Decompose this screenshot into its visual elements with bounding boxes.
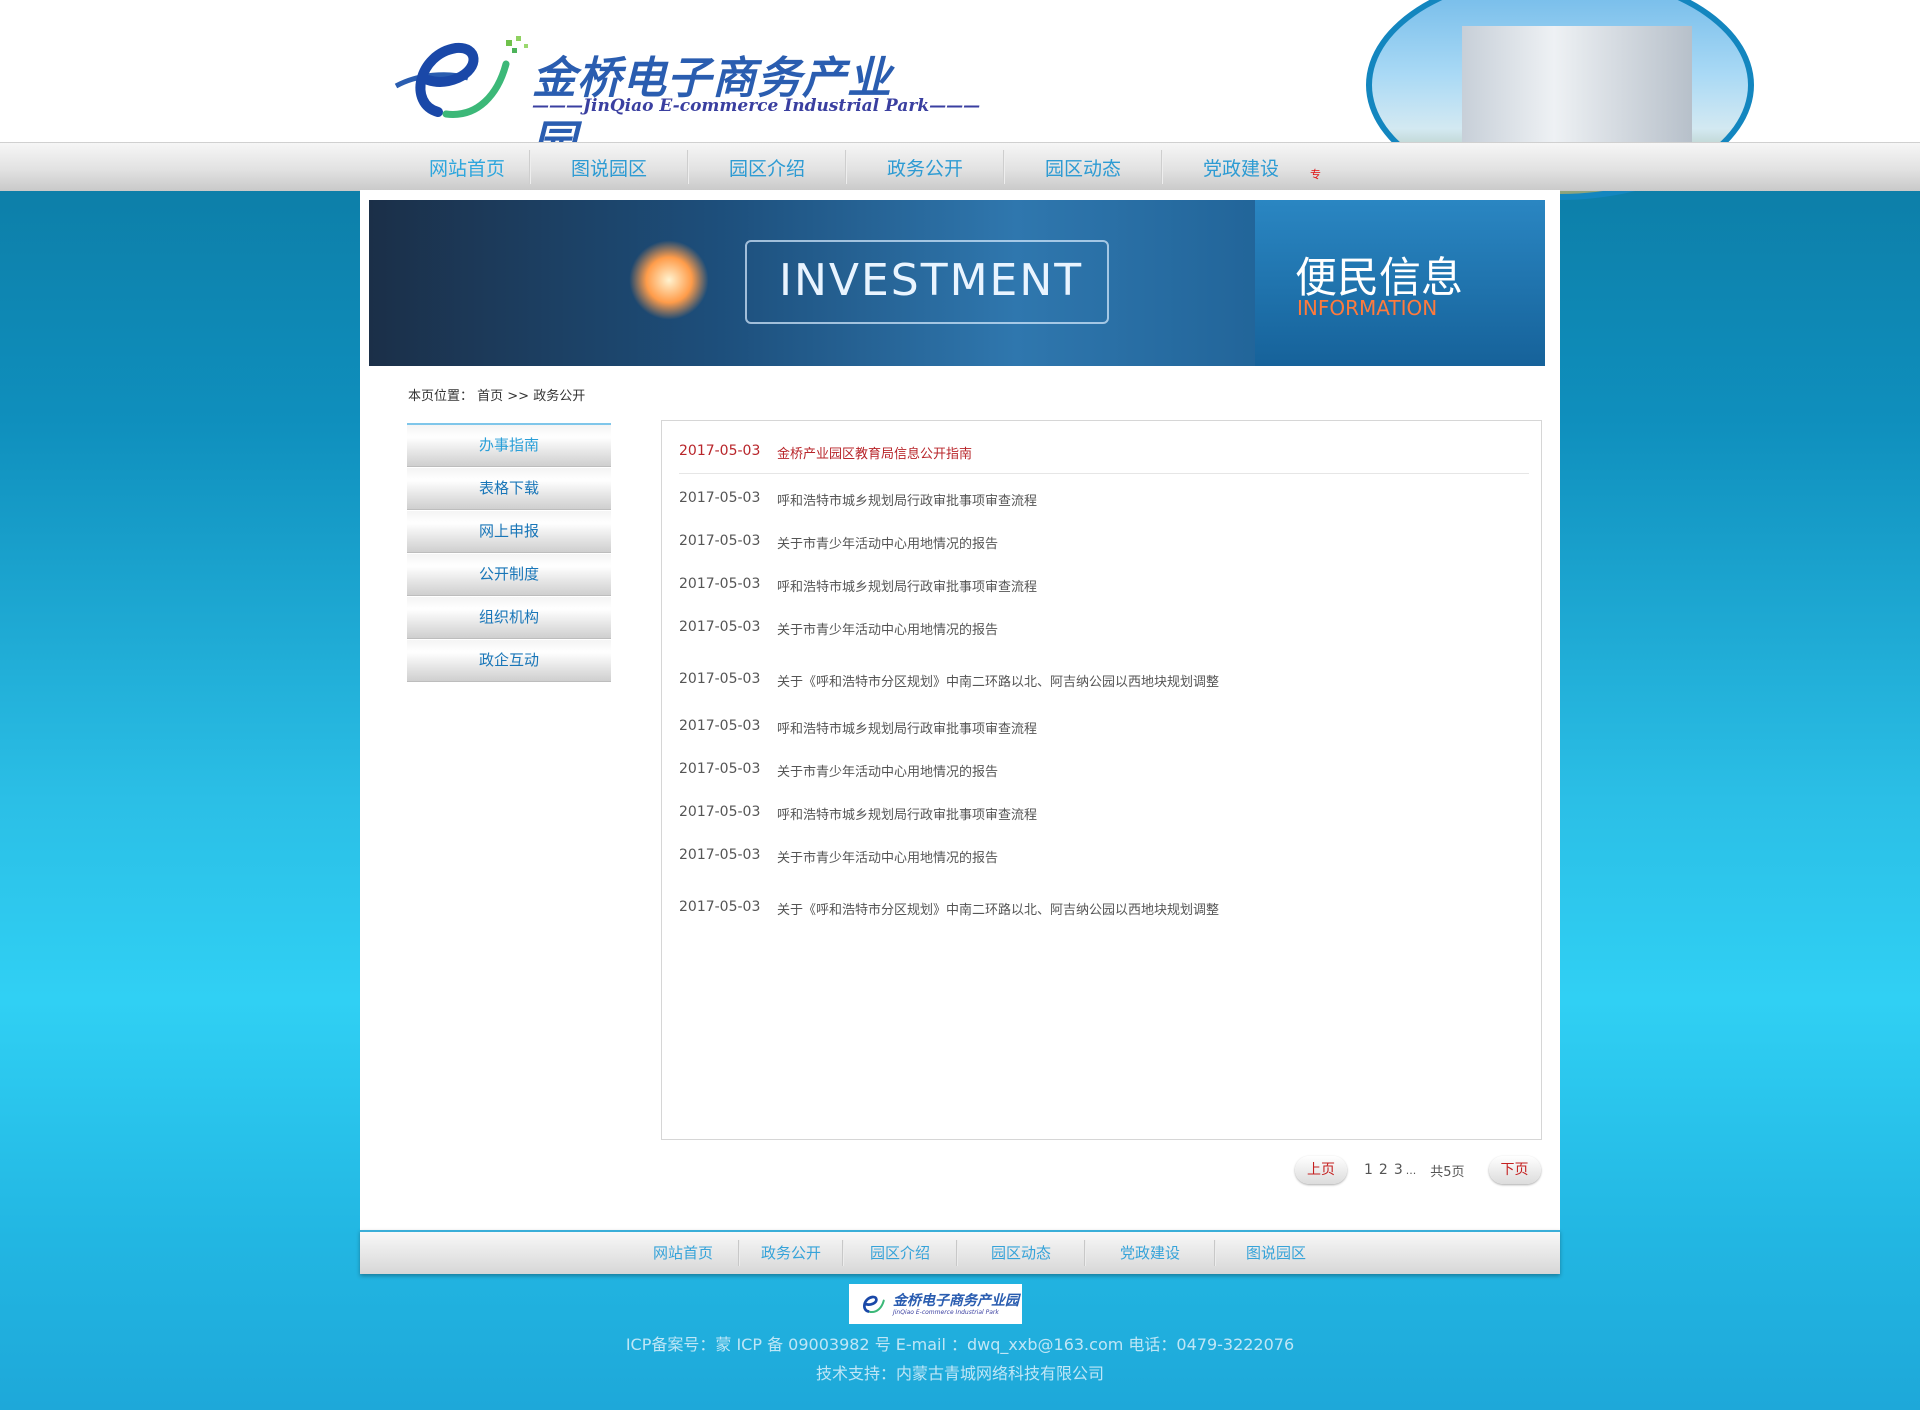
list-item-title[interactable]: 关于《呼和浩特市分区规划》中南二环路以北、阿吉纳公园以西地块规划调整: [777, 671, 1219, 695]
list-item-date: 2017-05-03: [679, 718, 761, 734]
nav-gallery[interactable]: 图说园区: [531, 143, 687, 191]
sidebar-item-disclosure[interactable]: 公开制度: [407, 554, 611, 595]
footer-nav-home[interactable]: 网站首页: [628, 1232, 738, 1274]
site-logo[interactable]: 金桥电子商务产业园 ———JinQiao E-commerce Industri…: [388, 34, 980, 168]
list-item-title[interactable]: 关于市青少年活动中心用地情况的报告: [777, 761, 998, 785]
list-item-title[interactable]: 呼和浩特市城乡规划局行政审批事项审查流程: [777, 718, 1037, 742]
list-item-title[interactable]: 金桥产业园区教育局信息公开指南: [777, 443, 972, 473]
footer-logo-en: JinQiao E-commerce Industrial Park: [893, 1309, 999, 1316]
list-item[interactable]: 2017-05-03 关于《呼和浩特市分区规划》中南二环路以北、阿吉纳公园以西地…: [679, 671, 1529, 695]
footer-nav-news[interactable]: 园区动态: [958, 1232, 1084, 1274]
sidebar: 办事指南 表格下载 网上申报 公开制度 组织机构 政企互动: [407, 423, 611, 683]
list-item[interactable]: 2017-05-03 关于《呼和浩特市分区规划》中南二环路以北、阿吉纳公园以西地…: [679, 899, 1529, 923]
sidebar-item-guide[interactable]: 办事指南: [407, 423, 611, 466]
list-item-title[interactable]: 呼和浩特市城乡规划局行政审批事项审查流程: [777, 804, 1037, 828]
main-navbar: 网站首页 图说园区 园区介绍 政务公开 园区动态 党政建设 专: [0, 142, 1920, 191]
e-logo-icon: [863, 1295, 885, 1314]
nav-news[interactable]: 园区动态: [1005, 143, 1161, 191]
breadcrumb-label: 本页位置：: [408, 389, 474, 404]
page-total: 共5页: [1430, 1164, 1465, 1180]
list-item-date: 2017-05-03: [679, 804, 761, 820]
banner-title-en: INFORMATION: [1297, 296, 1438, 320]
list-item-date: 2017-05-03: [679, 490, 761, 506]
page-link-3[interactable]: 3: [1394, 1162, 1403, 1178]
list-item-title[interactable]: 呼和浩特市城乡规划局行政审批事项审查流程: [777, 576, 1037, 600]
article-list: 2017-05-03 金桥产业园区教育局信息公开指南 2017-05-03 呼和…: [661, 420, 1542, 1140]
breadcrumb: 本页位置： 首页 >> 政务公开: [408, 385, 585, 404]
banner-glow: [629, 240, 709, 320]
list-item[interactable]: 2017-05-03 呼和浩特市城乡规划局行政审批事项审查流程: [679, 804, 1529, 828]
list-item-title[interactable]: 关于市青少年活动中心用地情况的报告: [777, 847, 998, 871]
list-item-title[interactable]: 呼和浩特市城乡规划局行政审批事项审查流程: [777, 490, 1037, 514]
sidebar-item-organization[interactable]: 组织机构: [407, 597, 611, 638]
page-ellipsis: ...: [1405, 1163, 1417, 1177]
list-item[interactable]: 2017-05-03 关于市青少年活动中心用地情况的报告: [679, 847, 1529, 871]
list-item[interactable]: 2017-05-03 金桥产业园区教育局信息公开指南: [679, 443, 1529, 474]
icp-info: ICP备案号：蒙 ICP 备 09003982 号 E-mail ：dwq_xx…: [625, 1335, 1295, 1354]
logo-title-en: ———JinQiao E-commerce Industrial Park———: [532, 96, 981, 116]
nav-party[interactable]: 党政建设 专: [1163, 143, 1321, 191]
sidebar-item-online-apply[interactable]: 网上申报: [407, 511, 611, 552]
main-panel: INVESTMENT 便民信息 INFORMATION 本页位置： 首页 >> …: [360, 190, 1560, 1230]
nav-party-label: 党政建设: [1202, 158, 1279, 180]
page-link-2[interactable]: 2: [1379, 1162, 1388, 1178]
list-item[interactable]: 2017-05-03 呼和浩特市城乡规划局行政审批事项审查流程: [679, 718, 1529, 742]
list-item-date: 2017-05-03: [679, 847, 761, 863]
list-item-date: 2017-05-03: [679, 533, 761, 549]
list-item-title[interactable]: 关于市青少年活动中心用地情况的报告: [777, 533, 998, 557]
breadcrumb-path[interactable]: 首页 >> 政务公开: [477, 389, 585, 404]
page-banner: INVESTMENT 便民信息 INFORMATION: [369, 200, 1545, 366]
pagination: 上页 1 2 3 ... 共5页 下页: [1295, 1156, 1541, 1184]
footer-nav-links: 网站首页 政务公开 园区介绍 园区动态 党政建设 图说园区: [628, 1232, 1336, 1274]
list-item-date: 2017-05-03: [679, 671, 761, 687]
list-item-title[interactable]: 关于市青少年活动中心用地情况的报告: [777, 619, 998, 643]
site-header: 金桥电子商务产业园 ———JinQiao E-commerce Industri…: [0, 0, 1920, 200]
tech-support: 技术支持：内蒙古青城网络科技有限公司: [815, 1364, 1104, 1383]
main-nav: 网站首页 图说园区 园区介绍 政务公开 园区动态 党政建设 专: [405, 143, 1321, 191]
nav-intro[interactable]: 园区介绍: [689, 143, 845, 191]
next-page-button[interactable]: 下页: [1488, 1156, 1541, 1184]
list-item-date: 2017-05-03: [679, 761, 761, 777]
footer-logo-cn: 金桥电子商务产业园: [893, 1293, 1019, 1309]
sidebar-item-interaction[interactable]: 政企互动: [407, 640, 611, 681]
list-item[interactable]: 2017-05-03 呼和浩特市城乡规划局行政审批事项审查流程: [679, 576, 1529, 600]
footer-logo: 金桥电子商务产业园 JinQiao E-commerce Industrial …: [849, 1284, 1022, 1324]
list-item[interactable]: 2017-05-03 关于市青少年活动中心用地情况的报告: [679, 533, 1529, 557]
list-item-date: 2017-05-03: [679, 576, 761, 592]
list-item-date: 2017-05-03: [679, 619, 761, 635]
prev-page-button[interactable]: 上页: [1295, 1156, 1347, 1184]
footer-nav-party[interactable]: 党政建设: [1086, 1232, 1214, 1274]
e-logo-icon: [394, 36, 528, 118]
page-link-1[interactable]: 1: [1364, 1162, 1373, 1178]
sidebar-item-forms[interactable]: 表格下载: [407, 468, 611, 509]
list-item[interactable]: 2017-05-03 呼和浩特市城乡规划局行政审批事项审查流程: [679, 490, 1529, 514]
list-item-date: 2017-05-03: [679, 443, 761, 459]
footer-nav: 网站首页 政务公开 园区介绍 园区动态 党政建设 图说园区: [360, 1230, 1560, 1274]
nav-government[interactable]: 政务公开: [847, 143, 1003, 191]
list-item-title[interactable]: 关于《呼和浩特市分区规划》中南二环路以北、阿吉纳公园以西地块规划调整: [777, 899, 1219, 923]
nav-home[interactable]: 网站首页: [405, 143, 529, 191]
footer-nav-government[interactable]: 政务公开: [740, 1232, 842, 1274]
footer-nav-gallery[interactable]: 图说园区: [1216, 1232, 1336, 1274]
footer-nav-intro[interactable]: 园区介绍: [844, 1232, 956, 1274]
list-item[interactable]: 2017-05-03 关于市青少年活动中心用地情况的报告: [679, 761, 1529, 785]
banner-investment-text: INVESTMENT: [779, 255, 1084, 306]
list-item[interactable]: 2017-05-03 关于市青少年活动中心用地情况的报告: [679, 619, 1529, 643]
list-item-date: 2017-05-03: [679, 899, 761, 915]
